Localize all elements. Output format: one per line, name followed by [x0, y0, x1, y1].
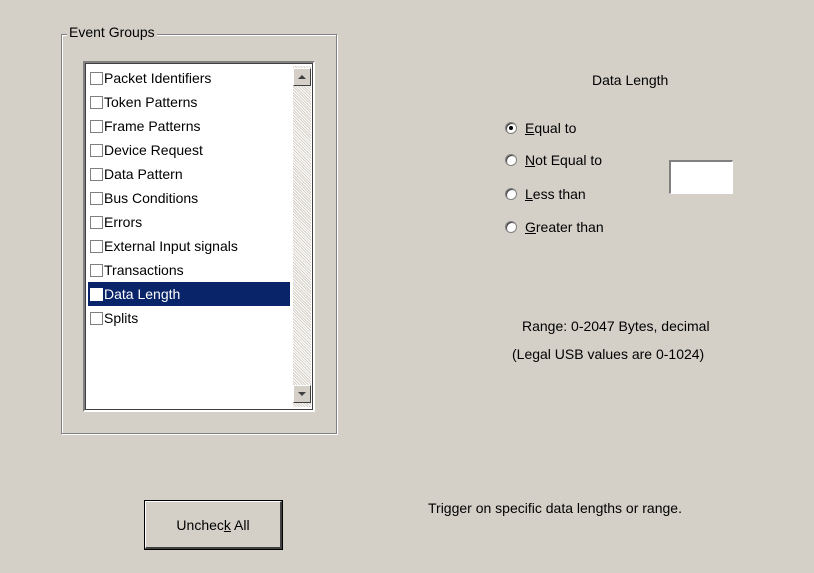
list-item-device-request[interactable]: Device Request [88, 138, 290, 162]
list-item-packet-identifiers[interactable]: Packet Identifiers [88, 66, 290, 90]
checkbox[interactable] [90, 215, 103, 229]
radio-less-than[interactable]: Less than [505, 186, 586, 202]
scroll-up-button[interactable] [293, 68, 311, 86]
data-length-title: Data Length [592, 72, 669, 88]
list-item-label: Bus Conditions [104, 190, 199, 206]
event-groups-title: Event Groups [67, 24, 157, 40]
list-item-data-pattern[interactable]: Data Pattern [88, 162, 290, 186]
list-item-data-length[interactable]: Data Length [88, 282, 290, 306]
checkbox[interactable] [90, 263, 103, 277]
radio-label: Equal to [525, 120, 577, 136]
data-length-input[interactable] [669, 160, 733, 194]
event-groups-items: Packet Identifiers Token Patterns Frame … [88, 66, 290, 330]
checkbox[interactable] [90, 191, 103, 205]
radio-greater-than[interactable]: Greater than [505, 219, 604, 235]
checkbox[interactable] [90, 71, 103, 85]
list-item-bus-conditions[interactable]: Bus Conditions [88, 186, 290, 210]
list-item-transactions[interactable]: Transactions [88, 258, 290, 282]
list-item-label: Data Length [104, 286, 181, 302]
list-item-label: Device Request [104, 142, 203, 158]
button-label: Uncheck All [176, 516, 250, 533]
list-item-errors[interactable]: Errors [88, 210, 290, 234]
list-item-splits[interactable]: Splits [88, 306, 290, 330]
arrow-down-icon [298, 392, 306, 396]
radio-button[interactable] [505, 154, 517, 166]
radio-not-equal-to[interactable]: Not Equal to [505, 152, 602, 168]
list-item-label: Data Pattern [104, 166, 183, 182]
legal-usb-text: (Legal USB values are 0-1024) [512, 346, 705, 362]
range-text: Range: 0-2047 Bytes, decimal [522, 318, 710, 334]
list-item-label: Packet Identifiers [104, 70, 212, 86]
event-groups-list[interactable]: Packet Identifiers Token Patterns Frame … [83, 61, 315, 412]
checkbox[interactable] [90, 119, 103, 133]
list-item-label: External Input signals [104, 238, 238, 254]
radio-label: Less than [525, 186, 586, 202]
checkbox[interactable] [90, 143, 103, 157]
list-item-token-patterns[interactable]: Token Patterns [88, 90, 290, 114]
description-text: Trigger on specific data lengths or rang… [428, 500, 682, 516]
checkbox[interactable] [90, 167, 103, 181]
checkbox[interactable] [90, 287, 103, 301]
arrow-up-icon [298, 75, 306, 79]
radio-equal-to[interactable]: Equal to [505, 120, 576, 136]
uncheck-all-button[interactable]: Uncheck All [144, 500, 283, 550]
list-item-label: Token Patterns [104, 94, 198, 110]
radio-label: Greater than [525, 219, 604, 235]
list-item-label: Transactions [104, 262, 184, 278]
radio-button[interactable] [505, 188, 517, 200]
checkbox[interactable] [90, 239, 103, 253]
scroll-down-button[interactable] [293, 385, 311, 403]
list-item-label: Errors [104, 214, 143, 230]
radio-button[interactable] [505, 221, 517, 233]
radio-label: Not Equal to [525, 152, 603, 168]
list-item-frame-patterns[interactable]: Frame Patterns [88, 114, 290, 138]
list-item-label: Splits [104, 310, 139, 326]
list-scrollbar[interactable] [293, 66, 311, 407]
list-item-external-input-signals[interactable]: External Input signals [88, 234, 290, 258]
checkbox[interactable] [90, 95, 103, 109]
list-item-label: Frame Patterns [104, 118, 201, 134]
radio-button[interactable] [505, 122, 517, 134]
checkbox[interactable] [90, 311, 103, 325]
